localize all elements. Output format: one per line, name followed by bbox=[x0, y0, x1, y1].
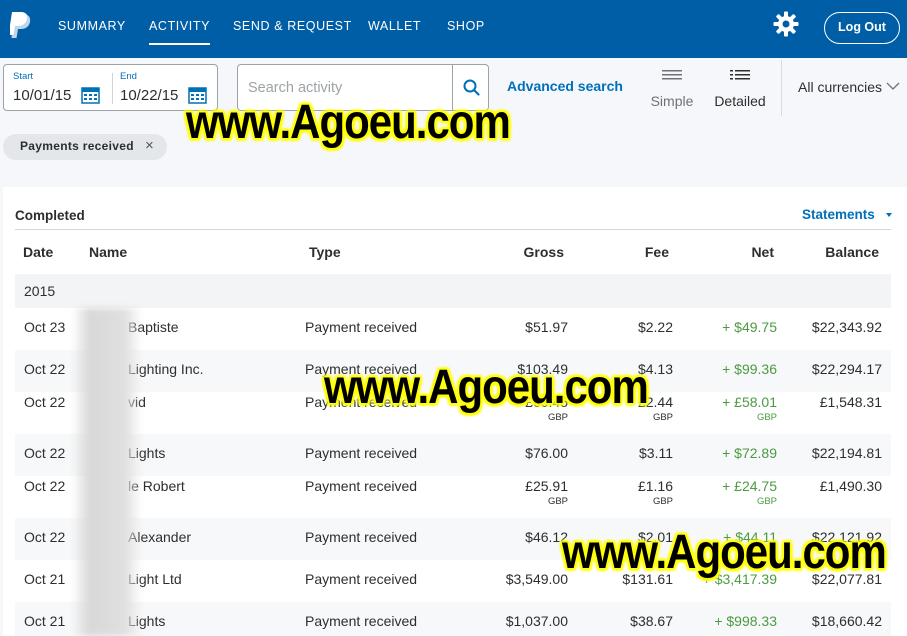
row-gross: $76.00 bbox=[525, 445, 568, 461]
row-balance: £1,548.31 bbox=[819, 394, 882, 410]
date-divider bbox=[112, 73, 113, 104]
start-date-label: Start bbox=[13, 71, 34, 82]
list-detailed-icon bbox=[730, 70, 750, 80]
row-type: Payment received bbox=[305, 571, 418, 587]
table-row[interactable]: Oct 23 Baptiste Payment received $51.97 $2.2… bbox=[15, 308, 891, 350]
table-row[interactable]: Oct 22 Lights Payment received $76.00 $3.11 +… bbox=[15, 434, 891, 476]
nav-shop[interactable]: SHOP bbox=[447, 19, 485, 33]
col-header-fee[interactable]: Fee bbox=[620, 244, 669, 260]
nav-send-request[interactable]: SEND & REQUEST bbox=[233, 19, 352, 33]
col-header-name[interactable]: Name bbox=[89, 244, 127, 260]
row-date: Oct 22 bbox=[24, 445, 66, 461]
watermark-text: www.Agoeu.com bbox=[186, 94, 511, 149]
col-header-date[interactable]: Date bbox=[23, 244, 53, 260]
row-balance: $22,343.92 bbox=[811, 319, 882, 335]
section-divider bbox=[15, 229, 891, 230]
statements-dropdown[interactable]: Statements bbox=[802, 207, 875, 222]
view-detailed-label: Detailed bbox=[714, 93, 766, 109]
row-balance: $22,294.17 bbox=[811, 361, 882, 377]
row-net: + $99.36 bbox=[722, 361, 777, 377]
row-currency-code: GBP bbox=[756, 496, 777, 507]
row-balance: $22,194.81 bbox=[811, 445, 882, 461]
row-date: Oct 21 bbox=[24, 613, 66, 629]
row-type: Payment received bbox=[305, 613, 418, 629]
col-header-net[interactable]: Net bbox=[720, 244, 774, 260]
top-navigation: SUMMARY ACTIVITY SEND & REQUEST WALLET S… bbox=[0, 0, 907, 58]
calendar-icon[interactable] bbox=[81, 86, 100, 104]
start-date-value[interactable]: 10/01/15 bbox=[13, 87, 71, 104]
row-fee: $2.22 bbox=[637, 319, 673, 335]
table-row[interactable]: Oct 21 Lights Payment received $1,037.00 $38… bbox=[15, 602, 891, 636]
row-fee: $3.11 bbox=[639, 445, 673, 461]
row-date: Oct 22 bbox=[24, 394, 66, 410]
year-label: 2015 bbox=[24, 283, 56, 299]
row-net: + £24.75 bbox=[722, 478, 777, 494]
end-date-label: End bbox=[120, 71, 137, 82]
row-gross: £25.91 bbox=[525, 478, 568, 494]
view-simple-label: Simple bbox=[650, 93, 694, 109]
chevron-down-icon[interactable] bbox=[886, 82, 900, 90]
row-balance: £1,490.30 bbox=[819, 478, 882, 494]
view-simple-toggle[interactable]: Simple bbox=[642, 68, 702, 109]
row-currency-code: GBP bbox=[756, 412, 777, 423]
year-group-header bbox=[15, 274, 891, 308]
col-header-balance[interactable]: Balance bbox=[808, 244, 879, 260]
row-date: Oct 22 bbox=[24, 361, 66, 377]
table-row[interactable]: Oct 22 le Robert Payment received £25.91 £1.… bbox=[15, 476, 891, 518]
col-header-gross[interactable]: Gross bbox=[500, 244, 564, 260]
row-gross: $3,549.00 bbox=[505, 571, 568, 587]
nav-summary[interactable]: SUMMARY bbox=[58, 19, 126, 33]
row-net: + £58.01 bbox=[722, 394, 777, 410]
view-detailed-toggle[interactable]: Detailed bbox=[710, 68, 770, 109]
row-date: Oct 22 bbox=[24, 478, 66, 494]
row-type: Payment received bbox=[305, 478, 418, 494]
gear-icon[interactable] bbox=[773, 11, 799, 37]
nav-wallet[interactable]: WALLET bbox=[368, 19, 421, 33]
row-net: + $49.75 bbox=[722, 319, 777, 335]
row-net: + $998.33 bbox=[714, 613, 777, 629]
row-type: Payment received bbox=[305, 445, 418, 461]
row-fee: $38.67 bbox=[630, 613, 673, 629]
currency-select[interactable]: All currencies bbox=[798, 79, 882, 95]
filter-chip[interactable]: Payments received × bbox=[3, 134, 167, 160]
list-simple-icon bbox=[662, 70, 682, 80]
logout-button[interactable]: Log Out bbox=[824, 12, 900, 44]
row-gross: $46.12 bbox=[525, 529, 568, 545]
end-date-value[interactable]: 10/22/15 bbox=[120, 87, 178, 104]
advanced-search-link[interactable]: Advanced search bbox=[507, 78, 623, 94]
row-date: Oct 22 bbox=[24, 529, 66, 545]
row-currency-code: GBP bbox=[547, 496, 568, 507]
row-date: Oct 21 bbox=[24, 571, 66, 587]
watermark-text: www.Agoeu.com bbox=[324, 359, 649, 414]
col-header-type[interactable]: Type bbox=[309, 244, 341, 260]
row-date: Oct 23 bbox=[24, 319, 66, 335]
row-fee: £1.16 bbox=[637, 478, 673, 494]
caret-down-icon[interactable] bbox=[886, 213, 892, 217]
row-gross: $51.97 bbox=[525, 319, 568, 335]
row-currency-code: GBP bbox=[652, 496, 673, 507]
section-title: Completed bbox=[15, 208, 85, 223]
nav-activity[interactable]: ACTIVITY bbox=[149, 19, 211, 45]
close-icon[interactable]: × bbox=[145, 137, 154, 154]
redaction-blur bbox=[72, 308, 142, 636]
row-net: + $72.89 bbox=[722, 445, 777, 461]
row-balance: $18,660.42 bbox=[811, 613, 882, 629]
watermark-text: www.Agoeu.com bbox=[562, 524, 887, 579]
filter-chip-label: Payments received bbox=[20, 139, 134, 153]
row-gross: $1,037.00 bbox=[505, 613, 568, 629]
toolbar-divider bbox=[781, 60, 782, 116]
paypal-logo-icon[interactable] bbox=[10, 12, 32, 40]
row-type: Payment received bbox=[305, 529, 418, 545]
row-type: Payment received bbox=[305, 319, 418, 335]
